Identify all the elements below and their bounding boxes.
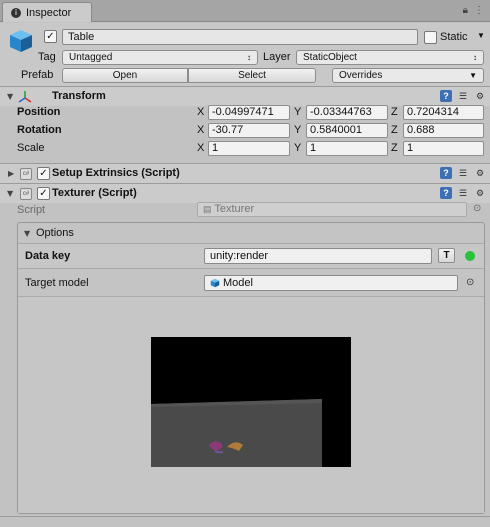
prefab-label: Prefab [21, 69, 54, 81]
script-file-icon: ▤ [203, 204, 212, 214]
lock-icon[interactable]: 🔒︎ [463, 5, 468, 16]
help-icon[interactable]: ? [440, 167, 452, 179]
script-icon: c# [20, 188, 32, 200]
position-y-field[interactable]: -0.03344763 [306, 105, 388, 120]
status-indicator [465, 251, 475, 261]
axis-x-label: X [197, 142, 205, 154]
preset-icon[interactable]: ☰ [457, 90, 469, 102]
texturer-header[interactable]: ▼ c# ✓ Texturer (Script) ? ☰ ⚙ [0, 183, 490, 203]
tag-value: Untagged [69, 52, 113, 63]
axis-y-label: Y [294, 106, 302, 118]
texturer-enabled-checkbox[interactable]: ✓ [37, 187, 50, 200]
tag-dropdown[interactable]: Untagged ↕ [62, 50, 258, 65]
fold-open-icon[interactable]: ▼ [24, 229, 30, 238]
static-label: Static [440, 31, 468, 43]
object-picker-icon[interactable]: ⊙ [473, 203, 481, 214]
script-label: Script [17, 204, 46, 216]
scale-x-field[interactable]: 1 [208, 141, 290, 156]
rotation-x-field[interactable]: -30.77 [208, 123, 290, 138]
fold-closed-icon[interactable]: ▶ [8, 169, 14, 178]
rotation-y-field[interactable]: 0.5840001 [306, 123, 388, 138]
window-controls: 🔒︎ ⋮ [463, 5, 484, 16]
setup-extrinsics-header[interactable]: ▶ c# ✓ Setup Extrinsics (Script) ? ☰ ⚙ [0, 163, 490, 183]
model-cube-icon [210, 278, 220, 288]
axis-y-label: Y [294, 142, 302, 154]
overrides-label: Overrides [339, 70, 383, 81]
preset-icon[interactable]: ☰ [457, 167, 469, 179]
tab-inspector[interactable]: i Inspector [2, 2, 92, 22]
texturer-title: Texturer (Script) [52, 187, 137, 199]
options-label: Options [36, 227, 74, 239]
rotation-z-field[interactable]: 0.688 [403, 123, 484, 138]
script-value: Texturer [214, 203, 255, 215]
tab-inspector-label: Inspector [26, 6, 72, 19]
static-dropdown-arrow[interactable]: ▼ [477, 31, 485, 40]
target-model-value: Model [223, 277, 253, 289]
object-name-field[interactable]: Table [62, 29, 418, 45]
inspector-footer [0, 516, 490, 527]
data-key-type-button[interactable]: T [438, 248, 455, 263]
rotation-label: Rotation [17, 124, 62, 136]
help-icon[interactable]: ? [440, 187, 452, 199]
static-checkbox[interactable] [424, 31, 437, 44]
axis-z-label: Z [391, 106, 398, 118]
fold-open-icon[interactable]: ▼ [7, 189, 13, 198]
data-key-label: Data key [25, 250, 71, 262]
fold-open-icon[interactable]: ▼ [7, 92, 13, 101]
target-model-label: Target model [25, 277, 89, 289]
help-icon[interactable]: ? [440, 90, 452, 102]
setup-extrinsics-enabled-checkbox[interactable]: ✓ [37, 167, 50, 180]
options-foldout[interactable]: ▼ Options [18, 223, 484, 244]
scale-z-field[interactable]: 1 [403, 141, 484, 156]
data-key-field[interactable]: unity:render [204, 248, 432, 264]
render-preview [151, 337, 351, 467]
scale-label: Scale [17, 142, 45, 154]
layer-dropdown[interactable]: StaticObject ↕ [296, 50, 484, 65]
transform-title: Transform [52, 90, 106, 102]
position-label: Position [17, 106, 61, 118]
layer-label: Layer [263, 51, 291, 63]
gear-icon[interactable]: ⚙ [474, 187, 486, 199]
setup-extrinsics-title: Setup Extrinsics (Script) [52, 167, 180, 179]
chevron-updown-icon: ↕ [247, 53, 251, 62]
target-model-field[interactable]: Model [204, 275, 458, 291]
axis-y-label: Y [294, 124, 302, 136]
position-x-field[interactable]: -0.04997471 [208, 105, 290, 120]
script-icon: c# [20, 168, 32, 180]
script-field: ▤ Texturer [197, 202, 467, 217]
gear-icon[interactable]: ⚙ [474, 90, 486, 102]
prefab-select-button[interactable]: Select [188, 68, 316, 83]
layer-value: StaticObject [303, 52, 357, 63]
gear-icon[interactable]: ⚙ [474, 167, 486, 179]
texture-preview-image [151, 337, 351, 467]
chevron-down-icon: ▼ [469, 71, 477, 80]
prefab-open-button[interactable]: Open [62, 68, 188, 83]
tag-label: Tag [38, 51, 56, 63]
active-checkbox[interactable]: ✓ [44, 30, 57, 43]
position-z-field[interactable]: 0.7204314 [403, 105, 484, 120]
axis-x-label: X [197, 106, 205, 118]
object-picker-icon[interactable]: ⊙ [466, 277, 474, 288]
axis-x-label: X [197, 124, 205, 136]
info-icon: i [11, 7, 21, 18]
chevron-updown-icon: ↕ [473, 53, 477, 62]
gameobject-cube-icon [10, 30, 32, 52]
transform-header[interactable]: ▼ Transform ? ☰ ⚙ [0, 86, 490, 106]
transform-axes-icon [18, 91, 32, 103]
axis-z-label: Z [391, 142, 398, 154]
scale-y-field[interactable]: 1 [306, 141, 388, 156]
preset-icon[interactable]: ☰ [457, 187, 469, 199]
menu-icon[interactable]: ⋮ [474, 5, 484, 16]
axis-z-label: Z [391, 124, 398, 136]
prefab-overrides-dropdown[interactable]: Overrides ▼ [332, 68, 484, 83]
